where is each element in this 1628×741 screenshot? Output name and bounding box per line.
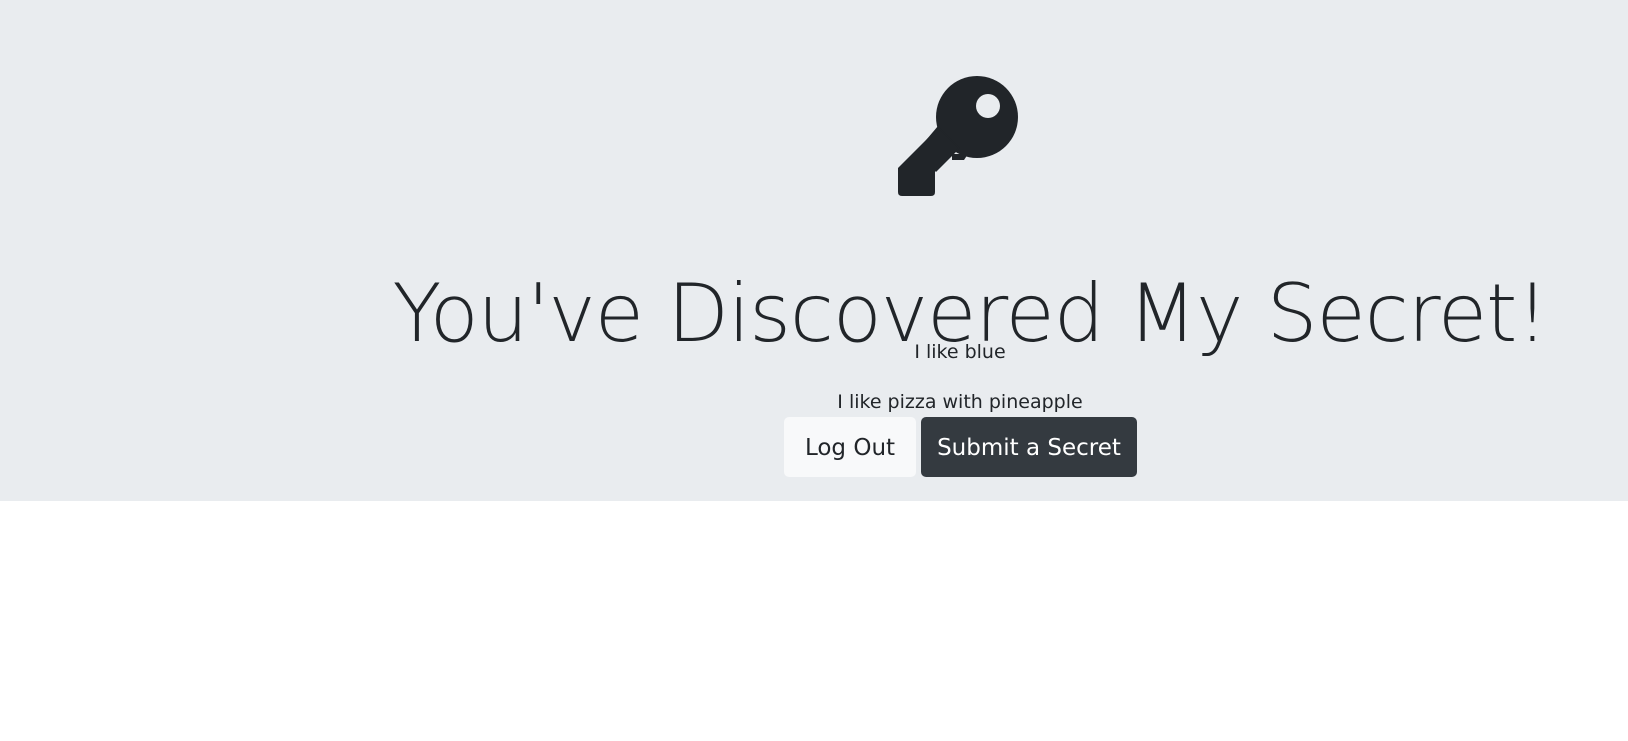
jumbotron: You've Discovered My Secret! I like blue… bbox=[0, 0, 1628, 501]
secret-text: I like pizza with pineapple bbox=[837, 391, 1083, 413]
secret-text: I like blue bbox=[914, 341, 1006, 363]
key-icon bbox=[898, 76, 1022, 200]
submit-secret-button[interactable]: Submit a Secret bbox=[921, 417, 1137, 477]
log-out-button[interactable]: Log Out bbox=[784, 417, 916, 477]
